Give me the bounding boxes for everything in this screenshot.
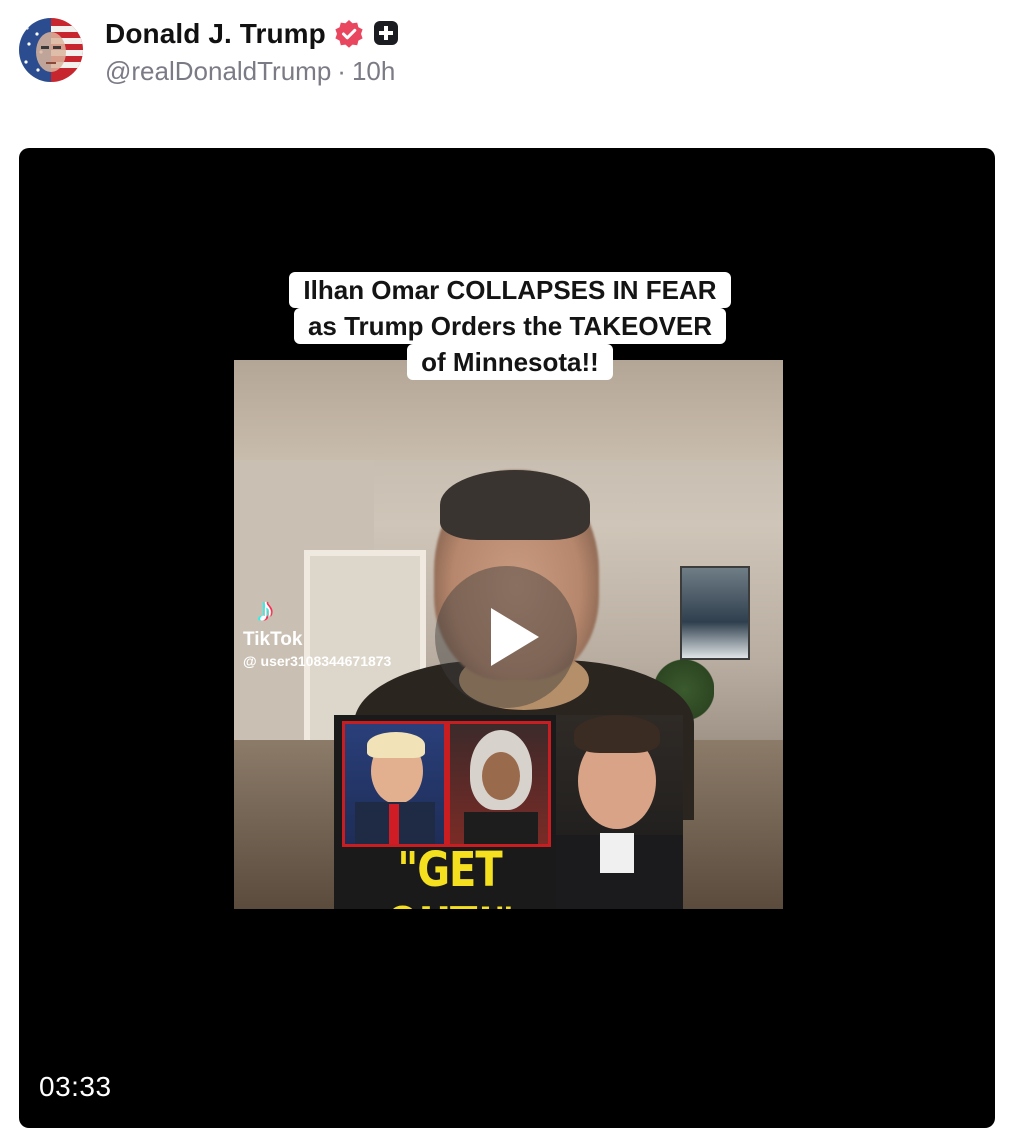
video-player[interactable]: "GET OUT!" Ilhan Omar COLLAPSES IN FEAR … [19,148,995,1128]
caption-line-2: as Trump Orders the TAKEOVER [293,308,727,344]
tiktok-logo-icon: ♪ [257,591,274,629]
post-time[interactable]: 10h [352,56,395,87]
display-name[interactable]: Donald J. Trump [105,18,326,50]
thumbnail-hair-left [367,732,425,758]
user-handle[interactable]: @realDonaldTrump [105,56,331,87]
tiktok-handle: @ user3108344671873 [243,653,392,669]
video-duration: 03:33 [39,1071,112,1102]
thumbnail-person-right [556,715,683,909]
thumbnail-face-middle [482,752,520,800]
caption-line-3: of Minnesota!! [407,344,613,380]
post-meta: @realDonaldTrump · 10h [105,56,395,87]
play-button[interactable] [435,566,577,708]
poster-person-hair [440,470,590,540]
thumbnail-frame-middle [447,721,551,847]
thumbnail-headline: "GET OUT!" [386,843,515,909]
thumbnail-hair-right [574,715,660,753]
plus-box-icon [372,19,402,49]
poster-wall-picture [680,566,750,660]
play-icon [491,608,539,666]
avatar[interactable] [19,18,83,82]
caption-line-1: Ilhan Omar COLLAPSES IN FEAR [289,272,731,308]
thumbnail-top-middle [464,812,538,844]
video-caption: Ilhan Omar COLLAPSES IN FEAR as Trump Or… [272,272,748,380]
tiktok-watermark: ♪ TikTok @ user3108344671873 [243,593,391,669]
tiktok-brand: TikTok [243,629,303,650]
video-thumbnail-inset: "GET OUT!" [334,715,683,909]
thumbnail-frame-left [342,721,447,847]
post-header: Donald J. Trump @realDonaldTrump · 10h [0,0,1020,110]
name-row: Donald J. Trump [105,14,402,54]
meta-separator: · [337,56,346,86]
thumbnail-shirt-right [600,833,634,873]
thumbnail-tie [389,804,399,844]
verified-badge-icon [334,19,364,49]
